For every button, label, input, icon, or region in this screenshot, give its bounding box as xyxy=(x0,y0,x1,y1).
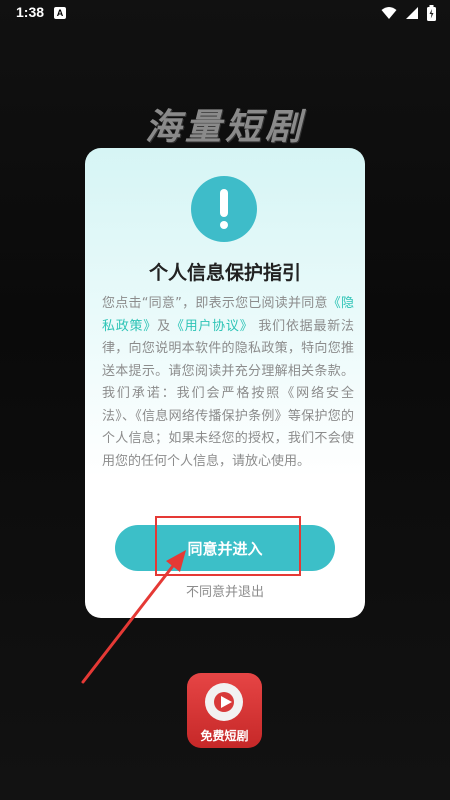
body-prefix: 您点击“同意”，即表示您已阅读并同意 xyxy=(102,296,328,311)
dialog-body: 您点击“同意”，即表示您已阅读并同意《隐私政策》及《用户协议》 我们依据最新法律… xyxy=(102,293,354,473)
status-time: 1:38 xyxy=(16,4,45,20)
status-icons xyxy=(381,5,436,21)
alert-icon xyxy=(191,176,257,242)
background-title: 海量短剧 xyxy=(144,106,305,148)
play-icon xyxy=(205,683,243,721)
notification-icon: A xyxy=(54,7,66,19)
disagree-button[interactable]: 不同意并退出 xyxy=(85,581,365,600)
user-agreement-link[interactable]: 《用户协议》 xyxy=(171,319,254,334)
status-bar: 1:38 A xyxy=(0,0,450,26)
app-logo-text: 免费短剧 xyxy=(200,729,249,743)
battery-icon xyxy=(427,5,436,21)
privacy-dialog: 个人信息保护指引 您点击“同意”，即表示您已阅读并同意《隐私政策》及《用户协议》… xyxy=(85,148,365,618)
body-and: 及 xyxy=(157,318,171,334)
app-screen: 1:38 A 海量短剧 个人信息保护指引 您点击“同意”，即表示您已阅读并同意《… xyxy=(0,0,450,800)
dialog-title: 个人信息保护指引 xyxy=(148,262,301,284)
body-rest: 我们依据最新法律，向您说明本软件的隐私政策，特向您推送本提示。请您阅读并充分理解… xyxy=(102,318,354,469)
app-logo: 免费短剧 xyxy=(187,673,262,748)
wifi-icon xyxy=(381,6,397,20)
signal-icon xyxy=(405,6,419,20)
agree-button[interactable]: 同意并进入 xyxy=(115,525,335,571)
